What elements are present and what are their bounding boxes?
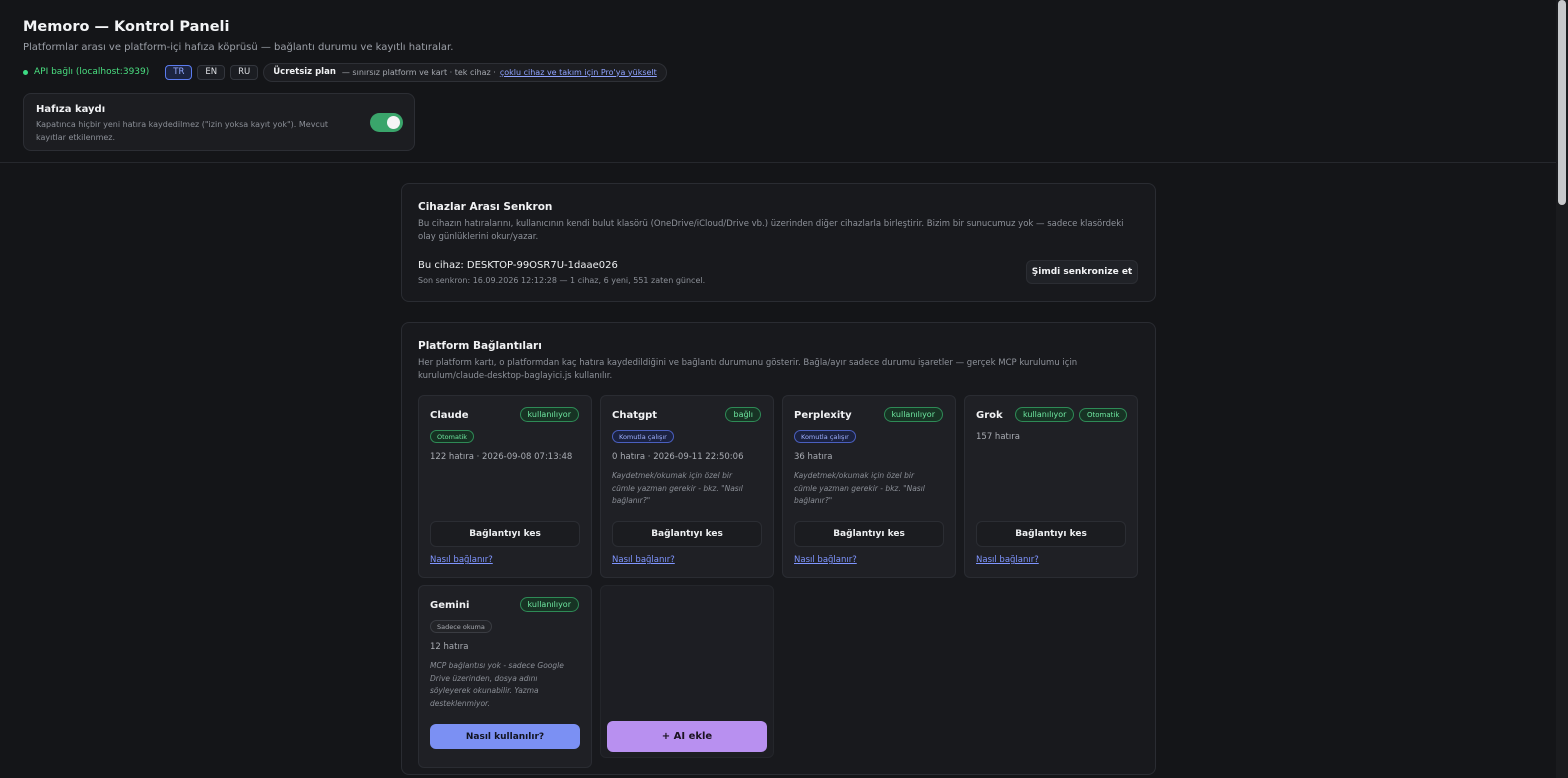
platform-card-gemini: Gemini kullanılıyor Sadece okuma 12 hatı… <box>418 585 592 768</box>
disconnect-button[interactable]: Bağlantıyı kes <box>794 521 944 547</box>
mode-tag: Sadece okuma <box>430 620 492 633</box>
platform-name: Gemini <box>430 600 470 611</box>
memory-recording-title: Hafıza kaydı <box>36 104 106 115</box>
status-badge: kullanılıyor <box>519 597 579 612</box>
platform-stats: 0 hatıra · 2026-09-11 22:50:06 <box>612 452 744 462</box>
platform-name: Grok <box>976 410 1003 421</box>
how-to-connect-link[interactable]: Nasıl bağlanır? <box>794 555 857 565</box>
page-title: Memoro — Kontrol Paneli <box>23 19 230 35</box>
lang-button-tr[interactable]: TR <box>165 64 193 80</box>
platform-card-claude: Claude kullanılıyor Otomatik 122 hatıra … <box>418 395 592 578</box>
platform-card-chatgpt: Chatgpt bağlı Komutla çalışır 0 hatıra ·… <box>600 395 774 578</box>
platform-card-grok: Grok kullanılıyor Otomatik 157 hatıra Ba… <box>964 395 1138 578</box>
scrollbar-thumb[interactable] <box>1558 0 1566 205</box>
scrollbar[interactable] <box>1556 0 1568 778</box>
how-to-connect-link[interactable]: Nasıl bağlanır? <box>976 555 1039 565</box>
status-badge: kullanılıyor <box>1015 407 1075 422</box>
sync-title: Cihazlar Arası Senkron <box>418 201 553 213</box>
add-ai-button[interactable]: + AI ekle <box>607 721 767 752</box>
platform-name: Chatgpt <box>612 410 658 421</box>
platform-stats: 36 hatıra <box>794 452 833 462</box>
how-to-connect-link[interactable]: Nasıl bağlanır? <box>612 555 675 565</box>
how-to-connect-link[interactable]: Nasıl bağlanır? <box>430 555 493 565</box>
platform-note: MCP bağlantısı yok - sadece Google Drive… <box>430 661 564 708</box>
sync-description: Bu cihazın hatıralarını, kullanıcının ke… <box>418 219 1124 242</box>
memory-recording-card: Hafıza kaydı Kapatınca hiçbir yeni hatır… <box>23 93 415 151</box>
api-status-dot-icon <box>23 69 28 75</box>
sync-panel: Cihazlar Arası Senkron Bu cihazın hatıra… <box>401 183 1156 302</box>
platform-stats: 122 hatıra · 2026-09-08 07:13:48 <box>430 452 573 462</box>
platform-note: Kaydetmek/okumak için özel bir cümle yaz… <box>612 471 743 505</box>
header: Memoro — Kontrol Paneli Platformlar aras… <box>0 0 1556 163</box>
status-badge: kullanılıyor <box>883 407 943 422</box>
platforms-description: Her platform kartı, o platformdan kaç ha… <box>418 358 1078 381</box>
how-to-use-button[interactable]: Nasıl kullanılır? <box>430 724 580 749</box>
last-sync-text: Son senkron: 16.09.2026 12:12:28 — 1 cih… <box>418 276 706 285</box>
status-badge: kullanılıyor <box>519 407 579 422</box>
memory-recording-description: Kapatınca hiçbir yeni hatıra kaydedilmez… <box>36 120 329 142</box>
lang-button-ru[interactable]: RU <box>230 64 259 80</box>
device-label: Bu cihaz: DESKTOP-99OSR7U-1daae026 <box>418 260 618 271</box>
platforms-panel: Platform Bağlantıları Her platform kartı… <box>401 322 1156 775</box>
status-row: API bağlı (localhost:3939) TR EN RU Ücre… <box>23 62 667 82</box>
platform-stats: 157 hatıra <box>976 432 1020 442</box>
toggle-knob <box>387 116 400 129</box>
plan-description: — sınırsız platform ve kart · tek cihaz … <box>341 67 496 77</box>
plan-name: Ücretsiz plan <box>273 67 336 77</box>
mode-tag: Komutla çalışır <box>794 430 856 443</box>
auto-badge: Otomatik <box>1079 408 1128 422</box>
platform-name: Claude <box>430 410 469 421</box>
plan-badge: Ücretsiz plan — sınırsız platform ve kar… <box>263 62 667 82</box>
status-badge: bağlı <box>725 407 761 422</box>
disconnect-button[interactable]: Bağlantıyı kes <box>976 521 1126 547</box>
api-status-text: API bağlı (localhost:3939) <box>34 67 150 77</box>
platform-note: Kaydetmek/okumak için özel bir cümle yaz… <box>794 471 925 505</box>
memory-recording-toggle[interactable] <box>370 113 403 132</box>
mode-tag: Otomatik <box>430 430 475 443</box>
disconnect-button[interactable]: Bağlantıyı kes <box>612 521 762 547</box>
add-ai-card: + AI ekle <box>600 585 774 758</box>
platform-stats: 12 hatıra <box>430 642 469 652</box>
platform-name: Perplexity <box>794 410 852 421</box>
disconnect-button[interactable]: Bağlantıyı kes <box>430 521 580 547</box>
platform-card-perplexity: Perplexity kullanılıyor Komutla çalışır … <box>782 395 956 578</box>
upgrade-link[interactable]: çoklu cihaz ve takım için Pro'ya yükselt <box>500 68 657 77</box>
sync-now-button[interactable]: Şimdi senkronize et <box>1026 260 1138 284</box>
page-subtitle: Platformlar arası ve platform-içi hafıza… <box>23 42 454 53</box>
mode-tag: Komutla çalışır <box>612 430 674 443</box>
lang-button-en[interactable]: EN <box>197 64 226 80</box>
platforms-title: Platform Bağlantıları <box>418 340 542 352</box>
